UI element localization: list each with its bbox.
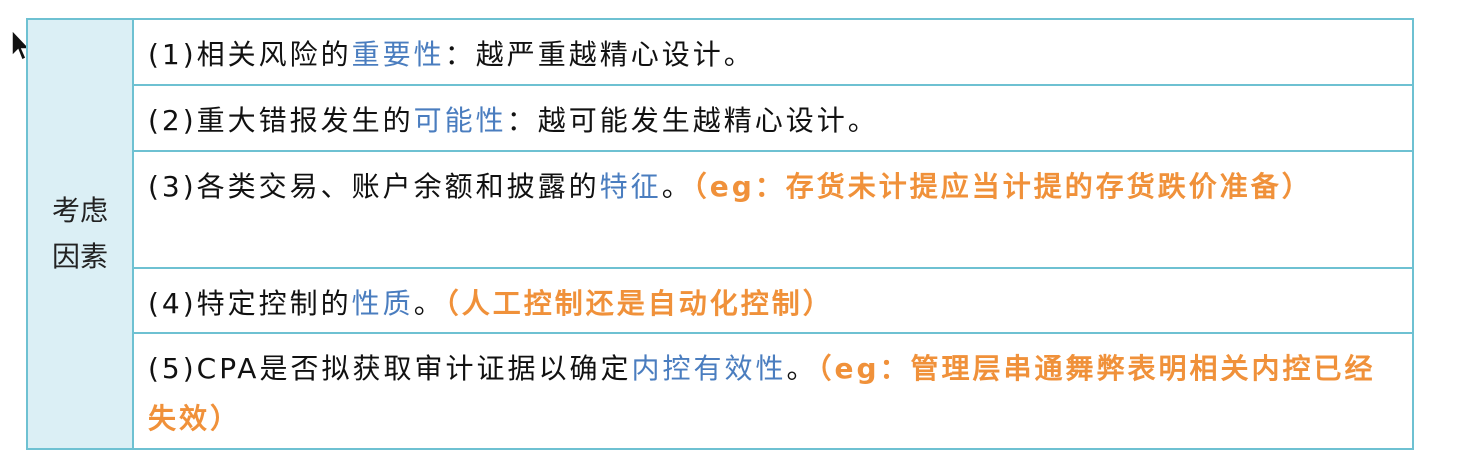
factor-text: (2)重大错报发生的: [148, 104, 414, 137]
side-header-label: 考虑因素: [51, 194, 108, 273]
factor-rest: 。: [661, 170, 693, 203]
factor-highlight: 内控有效性: [631, 352, 787, 385]
factor-highlight: 可能性: [413, 104, 507, 137]
factor-highlight: 重要性: [351, 38, 445, 71]
factor-text: (1)相关风险的: [148, 38, 352, 71]
factor-note: （人工控制还是自动化控制）: [444, 287, 834, 320]
factor-row-4: (4)特定控制的性质。（人工控制还是自动化控制）: [134, 269, 1412, 334]
factor-rows: (1)相关风险的重要性：越严重越精心设计。 (2)重大错报发生的可能性：越可能发…: [134, 20, 1412, 448]
factor-highlight: 特征: [599, 170, 662, 203]
factor-rest: ：越严重越精心设计。: [444, 38, 755, 71]
factor-rest: 。: [413, 287, 445, 320]
factor-row-2: (2)重大错报发生的可能性：越可能发生越精心设计。: [134, 86, 1412, 152]
factor-rest: ：越可能发生越精心设计。: [506, 104, 879, 137]
side-header-cell: 考虑因素: [28, 20, 134, 448]
factor-highlight: 性质: [351, 287, 414, 320]
considerations-table: 考虑因素 (1)相关风险的重要性：越严重越精心设计。 (2)重大错报发生的可能性…: [26, 18, 1414, 450]
factor-text: (5)CPA是否拟获取审计证据以确定: [148, 352, 632, 385]
factor-text: (3)各类交易、账户余额和披露的: [148, 170, 600, 203]
factor-text: (4)特定控制的: [148, 287, 352, 320]
factor-row-5: (5)CPA是否拟获取审计证据以确定内控有效性。（eg：管理层串通舞弊表明相关内…: [134, 334, 1412, 448]
factor-note: （eg：存货未计提应当计提的存货跌价准备）: [692, 170, 1313, 203]
factor-rest: 。: [786, 352, 818, 385]
factor-row-3: (3)各类交易、账户余额和披露的特征。（eg：存货未计提应当计提的存货跌价准备）: [134, 152, 1412, 269]
factor-row-1: (1)相关风险的重要性：越严重越精心设计。: [134, 20, 1412, 86]
